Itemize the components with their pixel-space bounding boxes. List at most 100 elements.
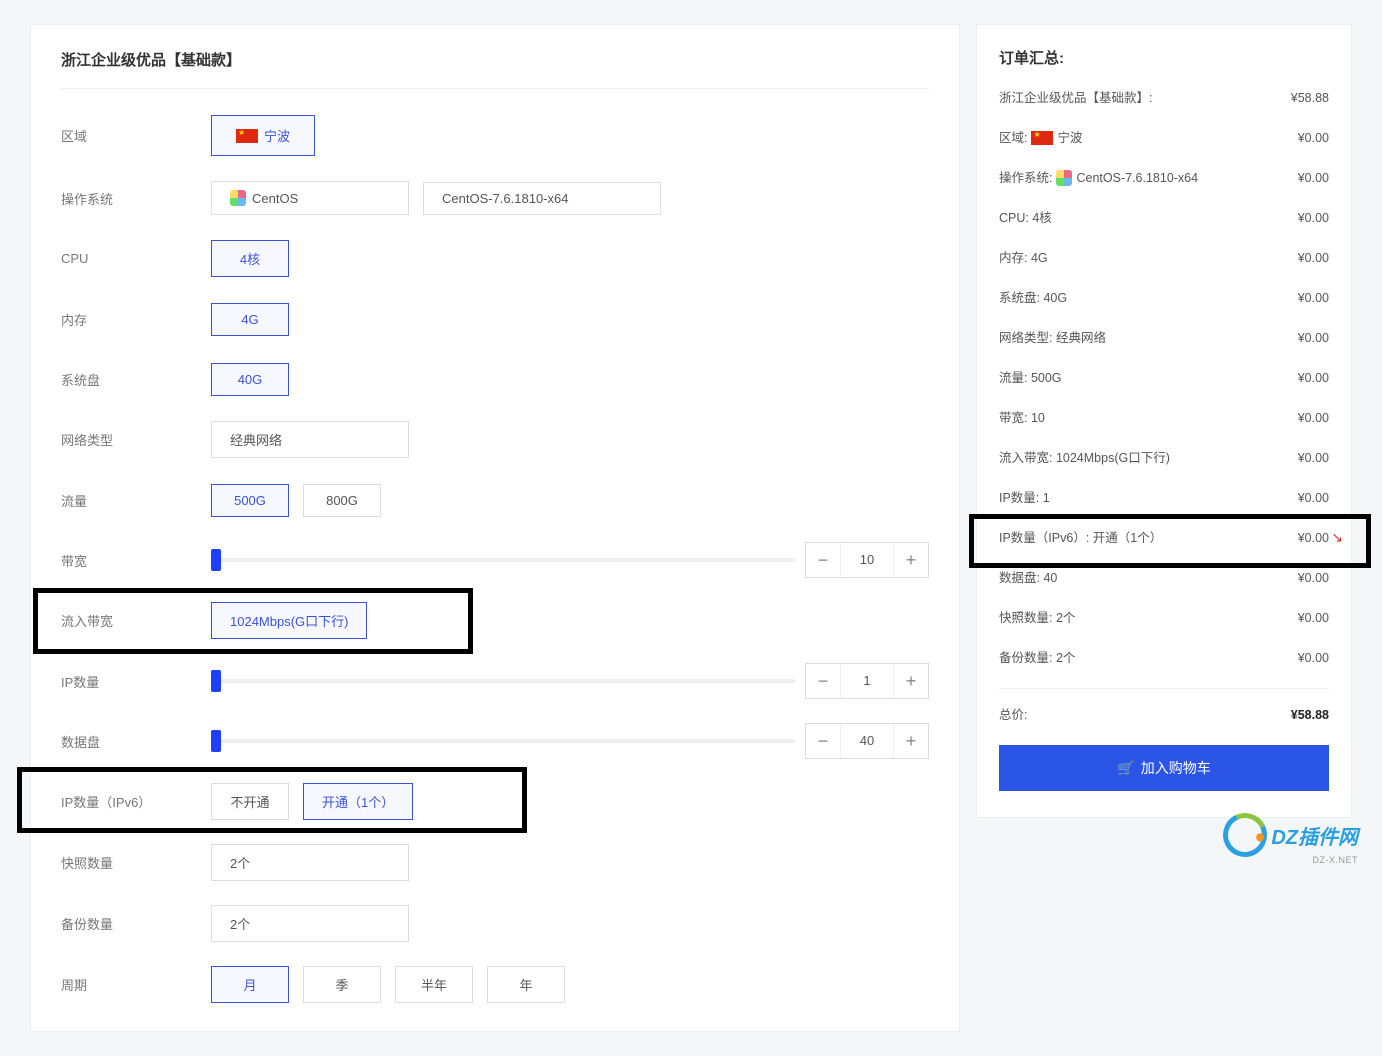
summary-item-label: 浙江企业级优品【基础款】: bbox=[999, 88, 1291, 108]
row-cpu: CPU 4核 bbox=[61, 240, 929, 277]
snapshot-label: 2个 bbox=[230, 853, 250, 872]
select-network-type[interactable]: 经典网络 bbox=[211, 421, 409, 458]
red-arrow-icon: ↘ bbox=[1331, 526, 1343, 548]
select-backup[interactable]: 2个 bbox=[211, 905, 409, 942]
summary-item-label: IP数量: 1 bbox=[999, 488, 1298, 508]
summary-item: 浙江企业级优品【基础款】:¥58.88 bbox=[999, 88, 1329, 108]
select-snapshot[interactable]: 2个 bbox=[211, 844, 409, 881]
summary-list: 浙江企业级优品【基础款】:¥58.88区域: 宁波¥0.00操作系统: Cent… bbox=[999, 88, 1329, 668]
add-to-cart-button[interactable]: 🛒 加入购物车 bbox=[999, 745, 1329, 791]
summary-item: 区域: 宁波¥0.00 bbox=[999, 128, 1329, 148]
summary-item-price: ¥0.00 bbox=[1298, 168, 1329, 188]
row-backup: 备份数量 2个 bbox=[61, 905, 929, 942]
summary-item: 内存: 4G¥0.00 bbox=[999, 248, 1329, 268]
option-ingress-bandwidth[interactable]: 1024Mbps(G口下行) bbox=[211, 602, 367, 639]
os-family-label: CentOS bbox=[252, 191, 298, 206]
summary-item: IP数量: 1¥0.00 bbox=[999, 488, 1329, 508]
row-memory: 内存 4G bbox=[61, 301, 929, 337]
option-memory-label: 4G bbox=[241, 312, 258, 327]
option-traffic-0[interactable]: 500G bbox=[211, 484, 289, 517]
summary-item: CPU: 4核¥0.00 bbox=[999, 208, 1329, 228]
summary-item: IP数量（IPv6）: 开通（1个）¥0.00↘ bbox=[999, 528, 1329, 548]
option-ipv6-0[interactable]: 不开通 bbox=[211, 783, 289, 820]
row-data-disk: 数据盘 − 40 + bbox=[61, 723, 929, 759]
summary-item-price: ¥0.00 bbox=[1298, 488, 1329, 508]
option-cpu[interactable]: 4核 bbox=[211, 240, 289, 277]
centos-icon bbox=[230, 190, 246, 206]
label-ip-count: IP数量 bbox=[61, 672, 211, 691]
option-ipv6-1-label: 开通（1个） bbox=[322, 792, 394, 811]
summary-item: 带宽: 10¥0.00 bbox=[999, 408, 1329, 428]
bandwidth-minus-button[interactable]: − bbox=[806, 543, 840, 577]
option-period-2[interactable]: 半年 bbox=[395, 966, 473, 1003]
label-ipv6: IP数量（IPv6） bbox=[61, 792, 211, 811]
label-data-disk: 数据盘 bbox=[61, 732, 211, 751]
data-disk-plus-button[interactable]: + bbox=[894, 724, 928, 758]
summary-item-price: ¥0.00 bbox=[1298, 568, 1329, 588]
product-title: 浙江企业级优品【基础款】 bbox=[61, 49, 929, 89]
summary-title: 订单汇总: bbox=[999, 47, 1329, 68]
summary-item: 操作系统: CentOS-7.6.1810-x64¥0.00 bbox=[999, 168, 1329, 188]
summary-item-price: ¥0.00 bbox=[1298, 208, 1329, 228]
summary-item-price: ¥0.00 bbox=[1298, 248, 1329, 268]
ip-stepper: − 1 + bbox=[805, 663, 929, 699]
bandwidth-value: 10 bbox=[840, 543, 894, 577]
label-period: 周期 bbox=[61, 975, 211, 994]
data-disk-minus-button[interactable]: − bbox=[806, 724, 840, 758]
option-period-2-label: 半年 bbox=[421, 975, 447, 994]
summary-item-label: CPU: 4核 bbox=[999, 208, 1298, 228]
network-type-label: 经典网络 bbox=[230, 430, 282, 449]
row-network: 网络类型 经典网络 bbox=[61, 421, 929, 458]
option-period-0[interactable]: 月 bbox=[211, 966, 289, 1003]
option-memory[interactable]: 4G bbox=[211, 303, 289, 336]
option-period-3[interactable]: 年 bbox=[487, 966, 565, 1003]
option-period-1[interactable]: 季 bbox=[303, 966, 381, 1003]
ip-slider-track[interactable] bbox=[211, 679, 795, 683]
option-period-0-label: 月 bbox=[243, 975, 256, 994]
summary-item-label: 带宽: 10 bbox=[999, 408, 1298, 428]
label-cpu: CPU bbox=[61, 251, 211, 266]
os-version-label: CentOS-7.6.1810-x64 bbox=[442, 191, 568, 206]
data-disk-slider-handle[interactable] bbox=[211, 730, 221, 752]
summary-total-row: 总价: ¥58.88 bbox=[999, 705, 1329, 725]
data-disk-slider-track[interactable] bbox=[211, 739, 795, 743]
row-region: 区域 宁波 bbox=[61, 115, 929, 156]
flag-cn-icon bbox=[1031, 131, 1053, 145]
summary-item: 系统盘: 40G¥0.00 bbox=[999, 288, 1329, 308]
label-backup: 备份数量 bbox=[61, 914, 211, 933]
summary-total-label: 总价: bbox=[999, 705, 1291, 725]
option-region-label: 宁波 bbox=[264, 126, 290, 145]
select-os-version[interactable]: CentOS-7.6.1810-x64 bbox=[423, 182, 661, 215]
ip-plus-button[interactable]: + bbox=[894, 664, 928, 698]
summary-item: 流入带宽: 1024Mbps(G口下行)¥0.00 bbox=[999, 448, 1329, 468]
summary-item-label: IP数量（IPv6）: 开通（1个） bbox=[999, 528, 1298, 548]
summary-item-price: ¥0.00 bbox=[1298, 128, 1329, 148]
bandwidth-stepper: − 10 + bbox=[805, 542, 929, 578]
summary-item-price: ¥0.00 bbox=[1298, 528, 1329, 548]
summary-item-label: 区域: 宁波 bbox=[999, 128, 1298, 148]
bandwidth-slider-track[interactable] bbox=[211, 558, 795, 562]
ip-minus-button[interactable]: − bbox=[806, 664, 840, 698]
bandwidth-slider-handle[interactable] bbox=[211, 549, 221, 571]
option-period-3-label: 年 bbox=[519, 975, 532, 994]
label-network: 网络类型 bbox=[61, 430, 211, 449]
summary-item-label: 流量: 500G bbox=[999, 368, 1298, 388]
label-traffic: 流量 bbox=[61, 491, 211, 510]
option-system-disk[interactable]: 40G bbox=[211, 363, 289, 396]
summary-item-label: 数据盘: 40 bbox=[999, 568, 1298, 588]
summary-divider bbox=[999, 688, 1329, 689]
summary-item-label: 系统盘: 40G bbox=[999, 288, 1298, 308]
label-system-disk: 系统盘 bbox=[61, 370, 211, 389]
label-memory: 内存 bbox=[61, 310, 211, 329]
ip-slider-handle[interactable] bbox=[211, 670, 221, 692]
bandwidth-plus-button[interactable]: + bbox=[894, 543, 928, 577]
summary-item-price: ¥0.00 bbox=[1298, 408, 1329, 428]
option-region-ningbo[interactable]: 宁波 bbox=[211, 115, 315, 156]
summary-item: 数据盘: 40¥0.00 bbox=[999, 568, 1329, 588]
summary-total-price: ¥58.88 bbox=[1291, 705, 1329, 725]
select-os-family[interactable]: CentOS bbox=[211, 181, 409, 215]
option-traffic-1[interactable]: 800G bbox=[303, 484, 381, 517]
option-ipv6-1[interactable]: 开通（1个） bbox=[303, 783, 413, 820]
row-os: 操作系统 CentOS CentOS-7.6.1810-x64 bbox=[61, 180, 929, 216]
option-traffic-0-label: 500G bbox=[234, 493, 266, 508]
